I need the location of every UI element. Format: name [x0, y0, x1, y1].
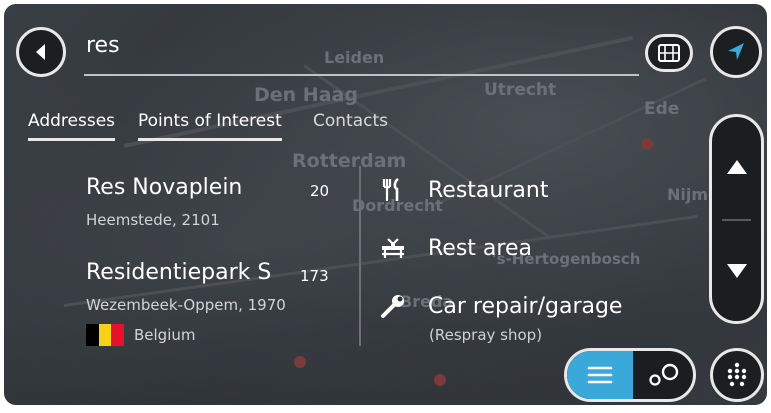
tab-contacts-label: Contacts	[313, 111, 388, 131]
map-pins-icon	[649, 363, 679, 386]
rest-area-icon	[376, 234, 410, 262]
tab-points-of-interest-underline	[138, 138, 282, 141]
category-label: Rest area	[428, 235, 532, 261]
category-sublabel: (Respray shop)	[429, 326, 543, 344]
map-label-utrecht: Utrecht	[484, 80, 557, 100]
tab-addresses-label: Addresses	[28, 111, 116, 131]
navigate-button[interactable]	[710, 26, 762, 78]
list-divider	[359, 166, 361, 346]
belgium-flag-icon	[86, 324, 125, 346]
category-rest-area[interactable]: Rest area	[376, 228, 532, 268]
tab-points-of-interest[interactable]: Points of Interest	[138, 111, 282, 141]
map-pins-view-button[interactable]	[633, 351, 693, 399]
result-name: Res Novaplein	[86, 175, 243, 200]
map-label-rotterdam: Rotterdam	[292, 150, 407, 172]
wrench-icon	[376, 292, 410, 320]
category-restaurant[interactable]: Restaurant	[376, 170, 548, 210]
map-toggle-button[interactable]	[645, 34, 693, 72]
keyboard-button[interactable]	[710, 348, 764, 402]
tab-contacts[interactable]: Contacts	[313, 111, 388, 131]
navigation-arrow-icon	[728, 43, 744, 60]
category-car-repair[interactable]: Car repair/garage	[376, 286, 622, 326]
tab-addresses-underline	[28, 138, 116, 141]
map-label-leiden: Leiden	[324, 48, 385, 67]
result-name: Residentiepark S	[86, 260, 272, 285]
search-input[interactable]: res	[86, 33, 120, 58]
search-input-underline	[84, 74, 639, 76]
view-toggle	[564, 348, 696, 402]
map-label-den-haag: Den Haag	[254, 84, 358, 106]
scroll-down-button[interactable]	[712, 221, 761, 321]
back-arrow-icon	[36, 44, 45, 60]
result-distance: 173	[300, 267, 329, 285]
tab-addresses[interactable]: Addresses	[28, 111, 116, 141]
scroll-panel	[709, 114, 764, 324]
result-location: Wezembeek-Oppem, 1970	[86, 296, 286, 314]
category-label: Car repair/garage	[428, 293, 623, 319]
list-view-button[interactable]	[567, 351, 633, 399]
map-icon	[658, 44, 680, 62]
scroll-up-button[interactable]	[712, 117, 761, 217]
search-screen: Leiden Den Haag Utrecht Ede Rotterdam Do…	[4, 4, 767, 405]
chevron-down-icon	[726, 264, 747, 278]
map-label-ede: Ede	[644, 99, 680, 119]
back-button[interactable]	[16, 27, 66, 77]
result-location: Heemstede, 2101	[86, 211, 220, 229]
keypad-icon	[727, 362, 747, 387]
chevron-up-icon	[726, 160, 747, 174]
tab-points-of-interest-label: Points of Interest	[138, 111, 282, 131]
list-icon	[587, 366, 613, 384]
result-distance: 20	[310, 182, 330, 200]
fork-knife-icon	[376, 176, 410, 204]
category-label: Restaurant	[428, 177, 549, 203]
result-country: Belgium	[134, 326, 196, 344]
